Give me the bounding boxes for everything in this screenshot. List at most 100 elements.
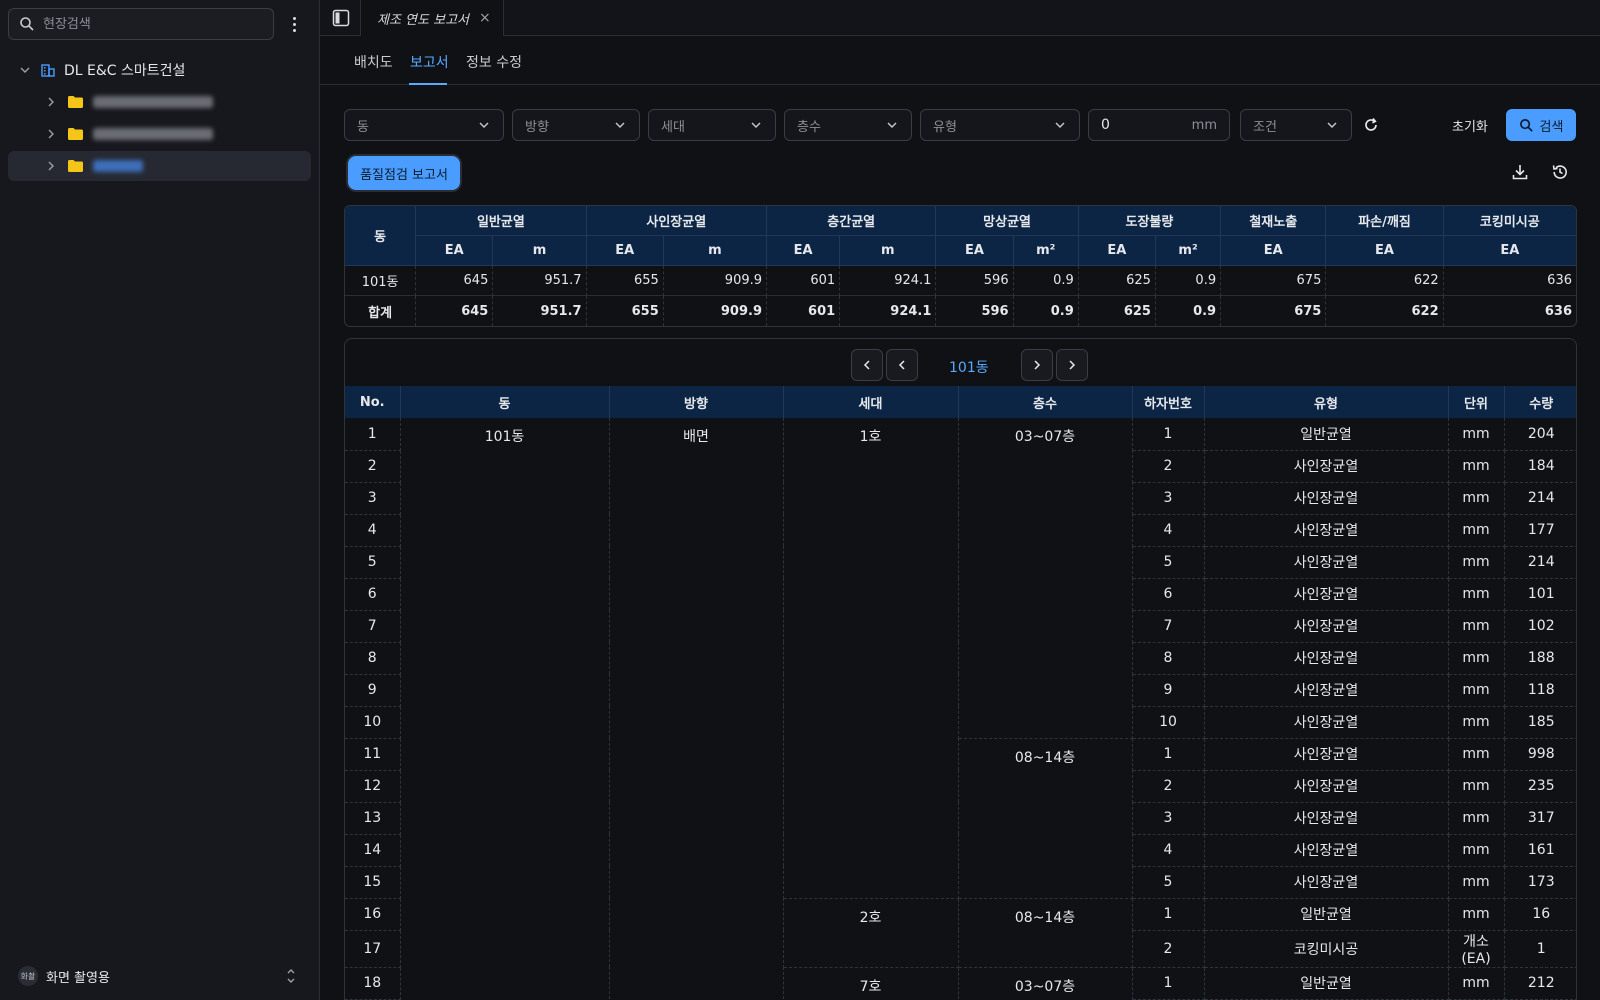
- chevron-left-icon: [898, 360, 905, 370]
- row-quantity: 16: [1504, 898, 1576, 931]
- row-quantity: 212: [1504, 967, 1576, 1000]
- workspace-switcher[interactable]: 화촬 화면 촬영용: [18, 966, 110, 986]
- next-page-button[interactable]: [1021, 349, 1053, 381]
- tree-root-company[interactable]: DL E&C 스마트건설: [18, 58, 185, 82]
- site-search-input[interactable]: [43, 16, 263, 32]
- row-no: 7: [345, 610, 401, 643]
- sidebar-toggle-icon[interactable]: [332, 9, 350, 27]
- row-unit-of-measure: mm: [1448, 450, 1505, 483]
- chevron-down-icon: [615, 122, 625, 128]
- row-quantity: 317: [1504, 802, 1576, 835]
- row-defect-no: 1: [1132, 967, 1205, 1000]
- row-type: 일반균열: [1204, 898, 1449, 931]
- condition-select[interactable]: 조건: [1240, 109, 1352, 141]
- row-quantity: 214: [1504, 546, 1576, 579]
- document-tab[interactable]: 제조 연도 보고서 ×: [360, 0, 504, 36]
- summary-subheader: EA: [936, 236, 1014, 266]
- history-icon[interactable]: [1551, 163, 1569, 181]
- row-type: 사인장균열: [1204, 706, 1449, 739]
- more-options-icon[interactable]: [284, 14, 304, 34]
- sidebar: DL E&C 스마트건설 화촬 화면 촬영용: [0, 0, 320, 1000]
- row-unit-of-measure: mm: [1448, 642, 1505, 675]
- last-page-button[interactable]: [1056, 349, 1088, 381]
- row-type: 사인장균열: [1204, 450, 1449, 483]
- refresh-icon[interactable]: [1362, 116, 1380, 134]
- summary-cell: 625: [1079, 296, 1156, 326]
- summary-header-group: 층간균열: [767, 206, 937, 236]
- unit-select[interactable]: 세대: [648, 109, 776, 141]
- chevron-up-down-icon[interactable]: [284, 966, 298, 986]
- summary-subheader: EA: [1221, 236, 1327, 266]
- summary-cell: 951.7: [493, 266, 587, 296]
- type-select[interactable]: 유형: [920, 109, 1080, 141]
- row-quantity: 118: [1504, 674, 1576, 707]
- row-quantity: 1: [1504, 930, 1576, 968]
- folder-icon: [68, 160, 83, 172]
- row-unit-of-measure: mm: [1448, 834, 1505, 867]
- summary-cell: 675: [1221, 296, 1327, 326]
- search-icon: [20, 17, 34, 31]
- summary-cell: 924.1: [840, 266, 937, 296]
- row-unit: 7호: [783, 967, 959, 999]
- row-no: 15: [345, 866, 401, 899]
- chevron-down-icon[interactable]: [18, 63, 32, 77]
- first-page-button[interactable]: [851, 349, 883, 381]
- row-no: 4: [345, 514, 401, 547]
- active-tab-indicator: [409, 83, 447, 85]
- row-floor: 03~07층: [958, 418, 1133, 739]
- summary-cell: 0.9: [1013, 266, 1079, 296]
- row-quantity: 173: [1504, 866, 1576, 899]
- summary-cell: 645: [416, 296, 494, 326]
- row-no: 14: [345, 834, 401, 867]
- summary-table: 동 일반균열 사인장균열 층간균열 망상균열 도장불량 철재노출 파손/깨짐 코…: [344, 205, 1577, 327]
- floor-select[interactable]: 층수: [784, 109, 912, 141]
- quality-report-button[interactable]: 품질점검 보고서: [348, 156, 460, 190]
- chevron-down-icon: [1327, 122, 1337, 128]
- search-button[interactable]: 검색: [1506, 109, 1576, 141]
- direction-select[interactable]: 방향: [512, 109, 640, 141]
- row-type: 사인장균열: [1204, 770, 1449, 803]
- row-dong: 101동: [400, 418, 610, 999]
- row-type: 사인장균열: [1204, 610, 1449, 643]
- close-icon[interactable]: ×: [479, 10, 491, 26]
- row-quantity: 185: [1504, 706, 1576, 739]
- tab-report[interactable]: 보고서: [410, 52, 449, 72]
- tree-item-label-redacted: [93, 128, 213, 140]
- site-search-box[interactable]: [8, 8, 274, 40]
- row-no: 13: [345, 802, 401, 835]
- detail-header: 단위: [1448, 386, 1505, 418]
- summary-cell: 0.9: [1156, 296, 1222, 326]
- summary-cell: 924.1: [840, 296, 937, 326]
- reset-button[interactable]: 초기화: [1452, 116, 1488, 135]
- row-defect-no: 1: [1132, 418, 1205, 451]
- dong-select[interactable]: 동: [344, 109, 504, 141]
- summary-header-dong: 동: [345, 206, 417, 266]
- chevron-right-icon: [1034, 360, 1041, 370]
- row-unit-of-measure: mm: [1448, 706, 1505, 739]
- size-input[interactable]: 0 mm: [1088, 109, 1230, 141]
- folder-icon: [68, 96, 83, 108]
- chevron-left-icon: [863, 360, 870, 370]
- download-icon[interactable]: [1511, 163, 1529, 181]
- row-quantity: 101: [1504, 578, 1576, 611]
- summary-header-group: 망상균열: [936, 206, 1079, 236]
- summary-subheader: EA: [1078, 236, 1156, 266]
- table-row[interactable]: 1 101동 배면 1호 03~07층 1 일반균열 mm 204: [345, 418, 1576, 999]
- chevron-right-icon[interactable]: [44, 159, 58, 173]
- row-type: 사인장균열: [1204, 514, 1449, 547]
- prev-page-button[interactable]: [886, 349, 918, 381]
- row-quantity: 188: [1504, 642, 1576, 675]
- chevron-right-icon[interactable]: [44, 95, 58, 109]
- tree-item-site-2[interactable]: [8, 119, 311, 149]
- row-unit-of-measure: mm: [1448, 866, 1505, 899]
- tab-edit-info[interactable]: 정보 수정: [466, 52, 522, 72]
- tree-item-site-3[interactable]: [8, 151, 311, 181]
- tree-item-site-1[interactable]: [8, 87, 311, 117]
- row-quantity: 235: [1504, 770, 1576, 803]
- tab-layout[interactable]: 배치도: [354, 52, 393, 72]
- search-icon: [1519, 118, 1533, 132]
- summary-row: 합계 645 951.7 655 909.9 601 924.1 596 0.9 625 0.9 67…: [345, 296, 1576, 326]
- summary-header-group: 코킹미시공: [1443, 206, 1576, 236]
- row-floor: 03~07층: [958, 967, 1133, 999]
- chevron-right-icon[interactable]: [44, 127, 58, 141]
